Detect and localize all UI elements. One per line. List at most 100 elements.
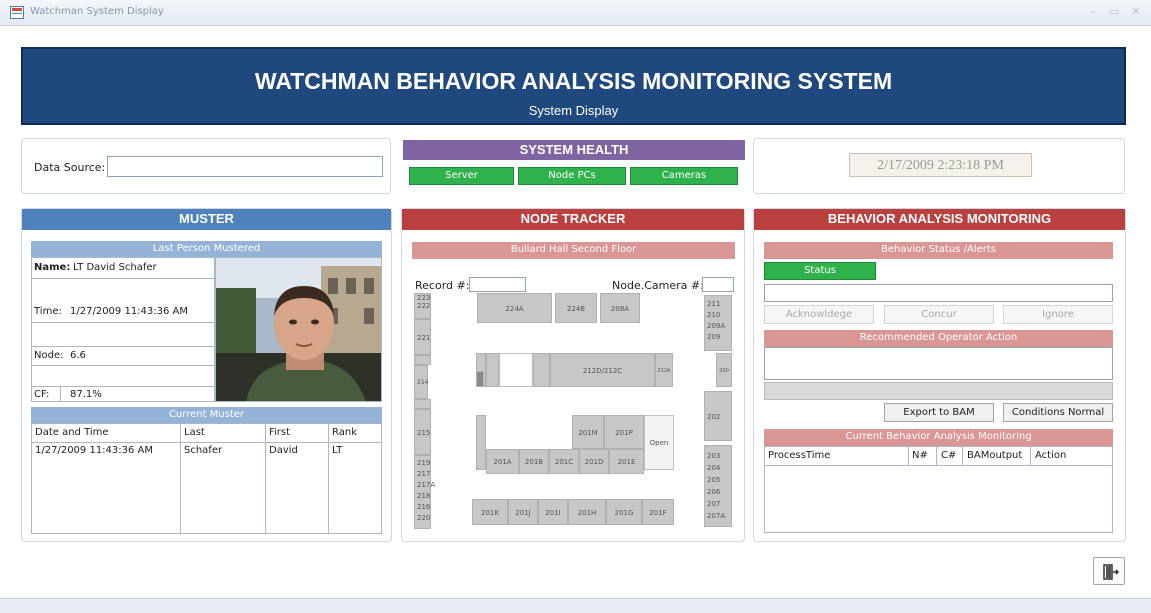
room-label: 204 [707,464,721,472]
current-bam-table: ProcessTime N# C# BAMoutput Action [764,446,1113,533]
room-224b[interactable]: 224B [555,293,597,323]
node-pcs-button[interactable]: Node PCs [518,167,626,185]
exit-button[interactable] [1093,557,1125,585]
col-last: Last [184,427,205,438]
last-person-fields: Name: LT David Schafer Time: 1/27/2009 1… [31,257,215,402]
room-201b[interactable]: 201B [519,449,549,474]
conditions-normal-button[interactable]: Conditions Normal [1003,403,1113,422]
status-strip [0,598,1151,613]
room-stair[interactable] [476,415,486,470]
maximize-button[interactable]: ▭ [1106,4,1122,20]
room-201k[interactable]: 201K [472,499,508,525]
room-201c[interactable]: 201C [549,449,579,474]
export-to-bam-button[interactable]: Export to BAM [884,403,994,422]
form-icon [10,6,24,19]
divider [328,424,329,533]
room-208a[interactable]: 208A [600,293,640,323]
col-date-time: Date and Time [35,427,109,438]
data-source-label: Data Source: [34,161,106,174]
room-label: 217 [417,470,431,478]
status-button[interactable]: Status [764,262,876,280]
system-health-panel: SYSTEM HEALTH Server Node PCs Cameras [401,138,745,194]
room-label: 210 [707,311,721,319]
room-label: 211 [707,300,721,308]
room-221[interactable]: 221 [414,319,431,355]
room-201m[interactable]: 201M [572,415,604,449]
col-action: Action [1035,450,1067,461]
acknowledge-button[interactable]: Acknowldege [764,305,874,324]
cameras-button[interactable]: Cameras [630,167,738,185]
server-button[interactable]: Server [409,167,514,185]
progress-bar [764,382,1113,400]
room-label: 216 [417,503,431,511]
node-label: Node: [34,350,64,361]
data-source-input[interactable] [107,156,383,177]
room-201f[interactable]: 201F [642,499,674,525]
divider [908,447,909,465]
datetime-display: 2/17/2009 2:23:18 PM [849,153,1032,177]
table-row[interactable]: 1/27/2009 11:43:36 AM Schafer David LT [32,443,381,459]
divider [32,322,214,323]
room-201g[interactable]: 201G [606,499,642,525]
room-201a[interactable]: 201A [486,449,519,474]
last-person-header: Last Person Mustered [31,241,382,257]
room-label: 219 [417,459,431,467]
room-label: 209 [707,333,721,341]
divider [1030,447,1031,465]
minimize-button[interactable]: – [1085,4,1101,20]
room-223-222[interactable]: 223 222 [414,293,431,319]
ignore-button[interactable]: Ignore [1003,305,1113,324]
corridor [414,355,431,365]
room-label: 207 [707,500,721,508]
title-bar: Watchman System Display – ▭ ✕ [0,0,1151,26]
room-215[interactable]: 215 [414,409,431,455]
room-201h[interactable]: 201H [568,499,606,525]
row-last: Schafer [184,445,223,456]
room-211-209[interactable]: 211 210 209A 209 [704,295,732,351]
divider [32,278,214,279]
current-muster-header: Current Muster [31,407,382,423]
room-label: 220 [417,514,431,522]
room-label: 218 [417,492,431,500]
room-224a[interactable]: 224A [477,293,552,323]
room-212d-212c[interactable]: 212D/212C [550,353,655,387]
concur-button[interactable]: Concur [884,305,994,324]
room-201i[interactable]: 201I [538,499,568,525]
room-201d[interactable]: 201D [579,449,609,474]
corridor [414,399,431,409]
col-c: C# [941,450,957,461]
cf-value: 87.1% [70,389,102,400]
node-tracker-panel: NODE TRACKER Bullard Hall Second Floor R… [401,208,745,542]
col-process-time: ProcessTime [768,450,831,461]
room-200[interactable]: 200 [716,353,732,387]
alert-text-field[interactable] [764,284,1113,302]
open-area-label: Open [644,415,674,470]
room-212a[interactable]: 212A [655,353,673,387]
room-small[interactable] [533,353,550,387]
col-n: N# [912,450,928,461]
record-input[interactable] [469,277,526,292]
close-button[interactable]: ✕ [1128,4,1144,20]
recommended-action-field[interactable] [764,347,1113,380]
room-219-220[interactable]: 219 217 217A 218 216 220 [414,455,435,529]
floor-plan: 223 222 221 214 215 219 217 217A 218 216 220 2… [414,291,734,529]
current-muster-table: Date and Time Last First Rank 1/27/2009 … [31,423,382,534]
person-photo-image [216,258,381,401]
header-banner: WATCHMAN BEHAVIOR ANALYSIS MONITORING SY… [21,47,1126,125]
room-203-207a[interactable]: 203 204 205 206 207 207A [704,445,732,527]
divider [32,346,214,347]
room-201p[interactable]: 201P [604,415,644,449]
bam-panel: BEHAVIOR ANALYSIS MONITORING Behavior St… [753,208,1126,542]
node-camera-input[interactable] [702,277,734,292]
room-small[interactable] [486,353,499,387]
room-202[interactable]: 202 [704,391,732,441]
col-rank: Rank [332,427,357,438]
room-201e[interactable]: 201E [609,449,644,474]
room-201j[interactable]: 201J [508,499,538,525]
divider [180,424,181,533]
divider [936,447,937,465]
room-214[interactable]: 214 [414,365,428,399]
elevator [476,371,484,387]
col-bamoutput: BAMoutput [967,450,1023,461]
time-value: 1/27/2009 11:43:36 AM [70,306,189,317]
